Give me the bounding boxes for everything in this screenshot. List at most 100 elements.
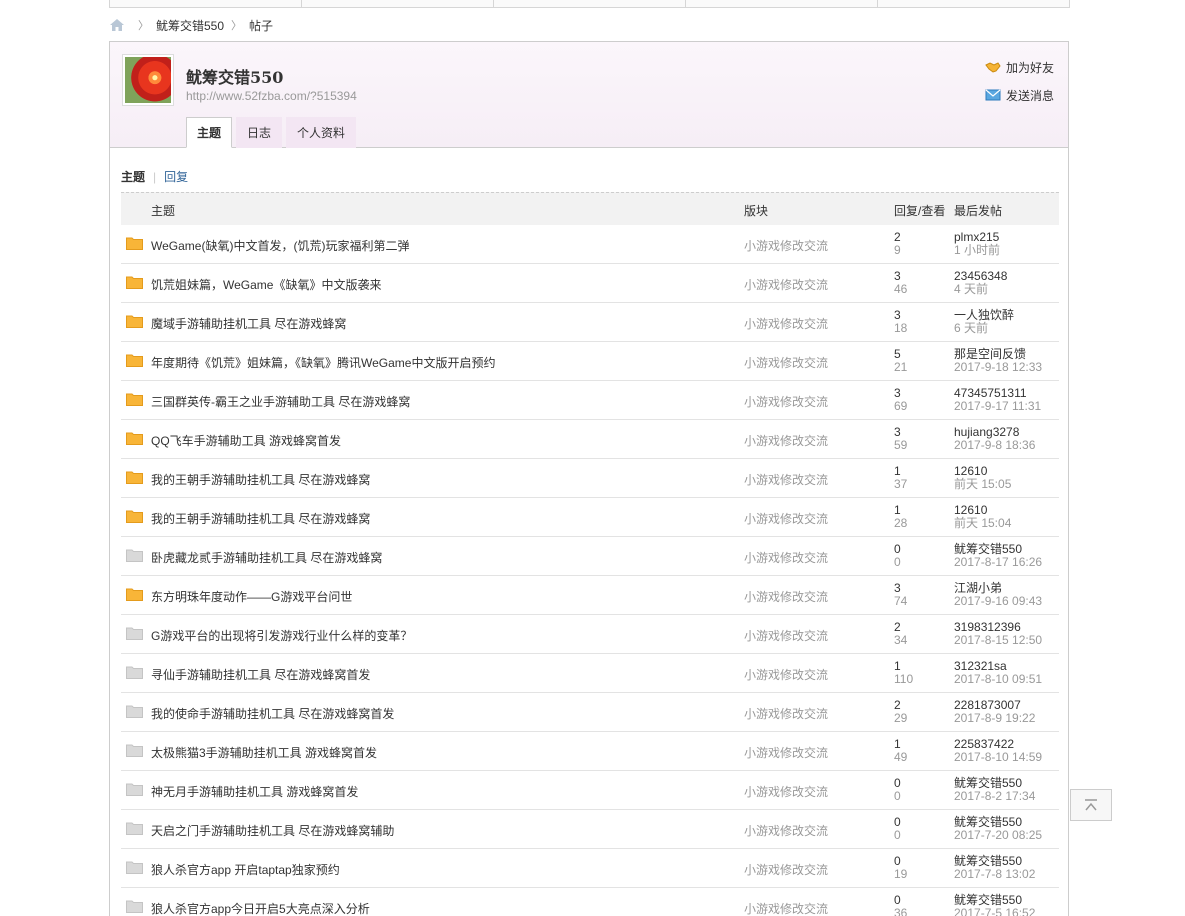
last-post-time[interactable]: 2017-8-15 12:50 <box>954 634 1042 647</box>
table-row: 我的王朝手游辅助挂机工具 尽在游戏蜂窝 小游戏修改交流 1 37 12610 前天 15:… <box>121 459 1059 498</box>
last-post-time[interactable]: 2017-8-9 19:22 <box>954 712 1035 725</box>
topic-title-link[interactable]: 我的王朝手游辅助挂机工具 尽在游戏蜂窝 <box>151 471 370 488</box>
top-nav-tab[interactable] <box>494 0 686 7</box>
topic-title-link[interactable]: 年度期待《饥荒》姐妹篇，《缺氧》腾讯WeGame中文版开启预约 <box>151 354 495 371</box>
topic-forum-link[interactable]: 小游戏修改交流 <box>744 666 828 683</box>
subtab-replies[interactable]: 回复 <box>164 168 188 185</box>
view-count: 29 <box>894 711 908 725</box>
add-friend-button[interactable]: 加为好友 <box>985 59 1054 75</box>
last-post-time[interactable]: 1 小时前 <box>954 244 1000 257</box>
topic-title-link[interactable]: 我的王朝手游辅助挂机工具 尽在游戏蜂窝 <box>151 510 370 527</box>
view-count: 0 <box>894 828 901 842</box>
topic-title-link[interactable]: 狼人杀官方app今日开启5大亮点深入分析 <box>151 900 370 916</box>
topic-forum-link[interactable]: 小游戏修改交流 <box>744 315 828 332</box>
folder-icon <box>126 666 143 679</box>
table-header: 主题 版块 回复/查看 最后发帖 <box>121 192 1059 225</box>
topic-list: WeGame(缺氧)中文首发，(饥荒)玩家福利第二弹 小游戏修改交流 2 9 plmx2… <box>121 225 1059 916</box>
table-row: 饥荒姐妹篇，WeGame《缺氧》中文版袭来 小游戏修改交流 3 46 23456348 4… <box>121 264 1059 303</box>
topic-title-link[interactable]: 狼人杀官方app 开启taptap独家预约 <box>151 861 340 878</box>
send-message-button[interactable]: 发送消息 <box>985 87 1054 103</box>
topic-forum-link[interactable]: 小游戏修改交流 <box>744 393 828 410</box>
last-post-time[interactable]: 6 天前 <box>954 322 988 335</box>
top-nav-tab[interactable] <box>110 0 302 7</box>
top-nav-tab[interactable] <box>302 0 494 7</box>
topic-title-link[interactable]: WeGame(缺氧)中文首发，(饥荒)玩家福利第二弹 <box>151 237 409 254</box>
last-post-time[interactable]: 2017-7-5 16:52 <box>954 907 1035 916</box>
topic-forum-link[interactable]: 小游戏修改交流 <box>744 744 828 761</box>
last-post-time[interactable]: 2017-8-10 14:59 <box>954 751 1042 764</box>
topic-forum-link[interactable]: 小游戏修改交流 <box>744 783 828 800</box>
folder-icon <box>126 510 143 523</box>
col-replies-views: 回复/查看 <box>894 204 946 218</box>
folder-icon <box>126 393 143 406</box>
topic-forum-link[interactable]: 小游戏修改交流 <box>744 900 828 916</box>
topic-forum-link[interactable]: 小游戏修改交流 <box>744 861 828 878</box>
topic-title-link[interactable]: G游戏平台的出现将引发游戏行业什么样的变革？ <box>151 627 412 644</box>
topic-forum-link[interactable]: 小游戏修改交流 <box>744 549 828 566</box>
topic-title-link[interactable]: 天启之门手游辅助挂机工具 尽在游戏蜂窝辅助 <box>151 822 394 839</box>
topic-title-link[interactable]: 寻仙手游辅助挂机工具 尽在游戏蜂窝首发 <box>151 666 370 683</box>
last-post-time[interactable]: 2017-9-17 11:31 <box>954 400 1041 413</box>
handshake-icon <box>985 62 1001 73</box>
topic-forum-link[interactable]: 小游戏修改交流 <box>744 354 828 371</box>
topic-forum-link[interactable]: 小游戏修改交流 <box>744 822 828 839</box>
topic-title-link[interactable]: 我的使命手游辅助挂机工具 尽在游戏蜂窝首发 <box>151 705 394 722</box>
avatar-image <box>125 57 171 103</box>
topic-title-link[interactable]: 太极熊猫3手游辅助挂机工具 游戏蜂窝首发 <box>151 744 377 761</box>
topic-forum-link[interactable]: 小游戏修改交流 <box>744 705 828 722</box>
view-count: 36 <box>894 906 908 916</box>
tab-topics[interactable]: 主题 <box>186 117 233 148</box>
top-nav-tab[interactable] <box>878 0 1069 7</box>
folder-icon <box>126 549 143 562</box>
col-last-post: 最后发帖 <box>954 204 1003 218</box>
topic-forum-link[interactable]: 小游戏修改交流 <box>744 510 828 527</box>
profile-actions: 加为好友 发送消息 <box>985 59 1054 115</box>
topic-forum-link[interactable]: 小游戏修改交流 <box>744 471 828 488</box>
view-count: 19 <box>894 867 908 881</box>
subtab-topics[interactable]: 主题 <box>121 168 145 185</box>
folder-icon <box>126 822 143 835</box>
top-nav-tab[interactable] <box>686 0 878 7</box>
last-post-time[interactable]: 2017-9-18 12:33 <box>954 361 1042 374</box>
last-post-time[interactable]: 2017-8-2 17:34 <box>954 790 1035 803</box>
topic-title-link[interactable]: 三国群英传-霸王之业手游辅助工具 尽在游戏蜂窝 <box>151 393 410 410</box>
tab-profile[interactable]: 个人资料 <box>286 117 357 148</box>
last-post-time[interactable]: 2017-8-17 16:26 <box>954 556 1042 569</box>
avatar[interactable] <box>122 54 174 106</box>
home-icon[interactable] <box>109 18 125 32</box>
last-post-time[interactable]: 前天 15:04 <box>954 517 1011 530</box>
topic-title-link[interactable]: 神无月手游辅助挂机工具 游戏蜂窝首发 <box>151 783 358 800</box>
topic-title-link[interactable]: 魔域手游辅助挂机工具 尽在游戏蜂窝 <box>151 315 346 332</box>
last-post-time[interactable]: 2017-7-20 08:25 <box>954 829 1042 842</box>
topic-title-link[interactable]: QQ飞车手游辅助工具 游戏蜂窝首发 <box>151 432 341 449</box>
table-row: 我的王朝手游辅助挂机工具 尽在游戏蜂窝 小游戏修改交流 1 28 12610 前天 15:… <box>121 498 1059 537</box>
last-post-time[interactable]: 2017-7-8 13:02 <box>954 868 1035 881</box>
view-count: 0 <box>894 789 901 803</box>
topic-forum-link[interactable]: 小游戏修改交流 <box>744 627 828 644</box>
tab-blog[interactable]: 日志 <box>236 117 283 148</box>
breadcrumb-user-link[interactable]: 鱿筹交错550 <box>156 17 224 34</box>
view-count: 9 <box>894 243 901 257</box>
topic-title-link[interactable]: 卧虎藏龙贰手游辅助挂机工具 尽在游戏蜂窝 <box>151 549 382 566</box>
topic-forum-link[interactable]: 小游戏修改交流 <box>744 432 828 449</box>
last-post-time[interactable]: 2017-8-10 09:51 <box>954 673 1042 686</box>
back-to-top-icon <box>1085 799 1097 811</box>
topic-forum-link[interactable]: 小游戏修改交流 <box>744 237 828 254</box>
add-friend-label: 加为好友 <box>1005 60 1054 75</box>
last-post-time[interactable]: 2017-9-16 09:43 <box>954 595 1042 608</box>
profile-url[interactable]: http://www.52fzba.com/?515394 <box>186 89 357 103</box>
back-to-top-button[interactable] <box>1070 789 1112 821</box>
topic-forum-link[interactable]: 小游戏修改交流 <box>744 588 828 605</box>
last-post-time[interactable]: 2017-9-8 18:36 <box>954 439 1035 452</box>
topic-title-link[interactable]: 饥荒姐妹篇，WeGame《缺氧》中文版袭来 <box>151 276 381 293</box>
last-post-time[interactable]: 前天 15:05 <box>954 478 1011 491</box>
profile-username[interactable]: 鱿筹交错550 <box>186 64 283 88</box>
topic-forum-link[interactable]: 小游戏修改交流 <box>744 276 828 293</box>
breadcrumb-separator: 〉 <box>231 20 243 32</box>
last-post-time[interactable]: 4 天前 <box>954 283 988 296</box>
folder-icon <box>126 237 143 250</box>
topic-title-link[interactable]: 东方明珠年度动作——G游戏平台问世 <box>151 588 352 605</box>
table-row: 年度期待《饥荒》姐妹篇，《缺氧》腾讯WeGame中文版开启预约 小游戏修改交流 5 2… <box>121 342 1059 381</box>
view-count: 59 <box>894 438 908 452</box>
table-row: WeGame(缺氧)中文首发，(饥荒)玩家福利第二弹 小游戏修改交流 2 9 plmx2… <box>121 225 1059 264</box>
